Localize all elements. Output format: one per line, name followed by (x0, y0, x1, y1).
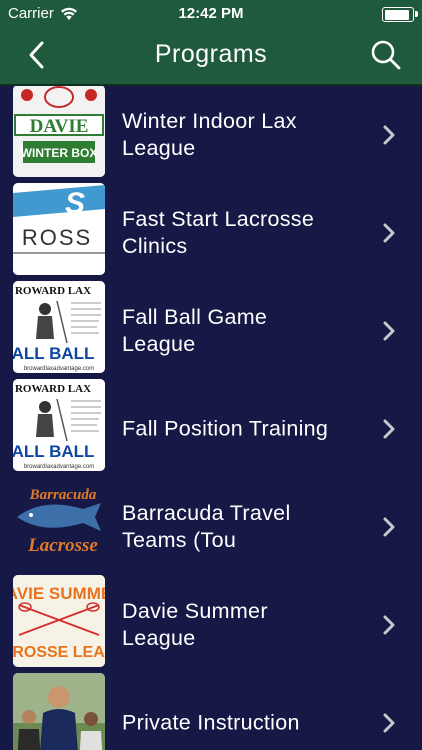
program-label: Fast Start Lacrosse Clinics (122, 206, 315, 258)
thumb-text: ROWARD LAX (15, 383, 91, 395)
thumb-text: S (65, 187, 85, 220)
program-label: Davie Summer League (122, 598, 268, 650)
program-label: Fall Ball Game League (122, 304, 268, 356)
navigation-bar: Programs (0, 28, 422, 86)
thumb-text: browardlaxadvantage.com (24, 366, 94, 372)
thumb-text: CROSSE LEAG (13, 644, 105, 661)
list-item[interactable]: ROWARD LAX ALL BALL browardlaxadvantage.… (0, 281, 422, 380)
thumb-text: WINTER BOX (21, 146, 98, 160)
battery-level (384, 9, 410, 20)
thumb-text: ROSS (22, 225, 92, 250)
program-thumbnail: ROWARD LAX ALL BALL browardlaxadvantage.… (13, 379, 105, 471)
chevron-right-icon (383, 713, 395, 733)
thumb-text: browardlaxadvantage.com (24, 464, 94, 470)
chevron-right-icon (383, 125, 395, 145)
list-item[interactable]: S ROSS Fast Start Lacrosse Clinics (0, 183, 422, 282)
chevron-right-icon (383, 321, 395, 341)
program-label: Barracuda Travel Teams (Tou (122, 500, 291, 552)
thumb-text: Lacrosse (27, 535, 98, 556)
programs-list: DAVIE WINTER BOX Winter Indoor Lax Leagu… (0, 86, 422, 750)
thumb-text: ROWARD LAX (15, 285, 91, 297)
list-item[interactable]: AVIE SUMME CROSSE LEAG Davie Summer Leag… (0, 575, 422, 674)
program-label: Fall Position Training (122, 416, 329, 441)
thumb-text: Barracuda (29, 487, 97, 503)
program-thumbnail: Barracuda Lacrosse (13, 477, 105, 569)
search-icon[interactable] (370, 39, 402, 71)
list-item[interactable]: Private Instruction (0, 673, 422, 750)
program-thumbnail: AVIE SUMME CROSSE LEAG (13, 575, 105, 667)
battery-icon (382, 7, 418, 22)
chevron-right-icon (383, 517, 395, 537)
thumb-text: ALL BALL (13, 344, 94, 363)
chevron-right-icon (383, 419, 395, 439)
thumb-text: AVIE SUMME (13, 584, 105, 603)
chevron-right-icon (383, 223, 395, 243)
page-title: Programs (154, 40, 268, 68)
program-thumbnail: DAVIE WINTER BOX (13, 86, 105, 177)
list-item[interactable]: Barracuda Lacrosse Barracuda Travel Team… (0, 477, 422, 576)
status-time: 12:42 PM (178, 5, 244, 22)
program-thumbnail (13, 673, 105, 750)
program-label: Winter Indoor Lax League (122, 108, 297, 160)
program-thumbnail: ROWARD LAX ALL BALL browardlaxadvantage.… (13, 281, 105, 373)
thumb-text: DAVIE (30, 116, 89, 137)
program-thumbnail: S ROSS (13, 183, 105, 275)
chevron-right-icon (383, 615, 395, 635)
list-item[interactable]: DAVIE WINTER BOX Winter Indoor Lax Leagu… (0, 86, 422, 184)
thumb-text: ALL BALL (13, 442, 94, 461)
program-label: Private Instruction (122, 710, 300, 735)
list-item[interactable]: ROWARD LAX ALL BALL browardlaxadvantage.… (0, 379, 422, 478)
status-bar: Carrier 12:42 PM (0, 0, 422, 28)
